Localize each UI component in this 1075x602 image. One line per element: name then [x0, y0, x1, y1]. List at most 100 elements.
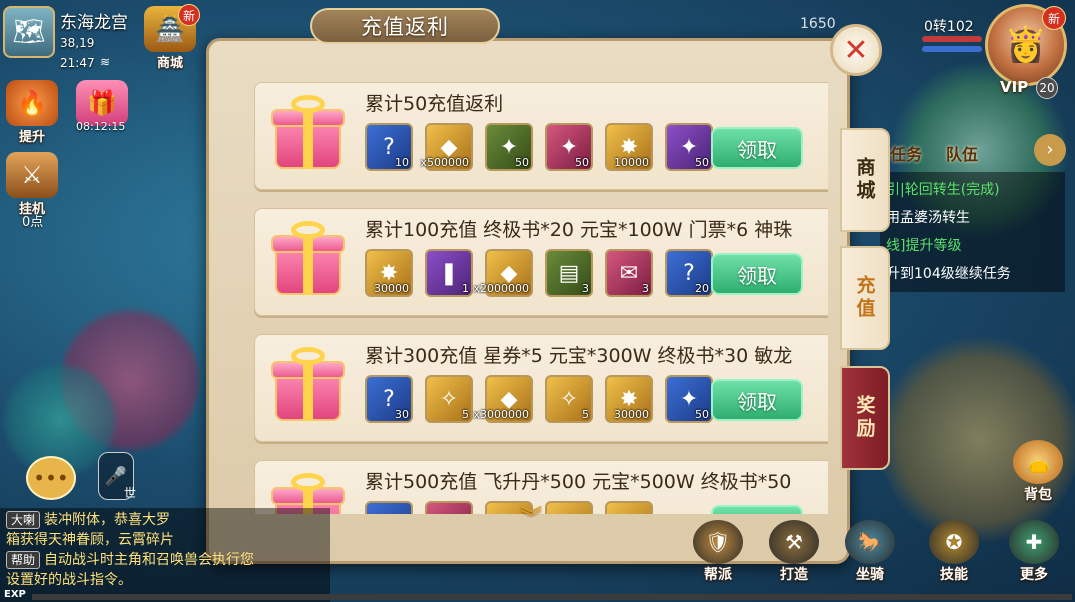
- task-list[interactable]: 引|轮回转生(完成) 用孟婆汤转生 线]提升等级 升到104级继续任务: [880, 172, 1065, 292]
- task-line[interactable]: 升到104级继续任务: [886, 260, 1059, 288]
- green-dragon-icon[interactable]: ✦ 50: [485, 123, 533, 171]
- item-count: 20: [695, 282, 709, 295]
- exp-bar: [32, 594, 1072, 600]
- item-count: 30: [395, 408, 409, 421]
- vip-label[interactable]: VIP: [1000, 78, 1028, 96]
- rebate-row: 累计50充值返利? 10 ◆ x500000 ✦ 50 ✦ 50 ✸ 10000 ✦ 50 领取: [254, 82, 828, 190]
- rebate-list[interactable]: 累计50充值返利? 10 ◆ x500000 ✦ 50 ✦ 50 ✸ 10000 ✦ 50 领取 累计10…: [218, 58, 828, 514]
- item-count: 30000: [614, 408, 649, 421]
- chat-log[interactable]: 大喇 装冲附体，恭喜大罗 箱获得天神眷顾，云霄碎片 帮助 自动战斗时主角和召唤兽会执…: [0, 508, 330, 602]
- new-badge: 新: [178, 4, 200, 26]
- hangup-points: 0点: [22, 215, 44, 230]
- scroll-tube-icon[interactable]: ❚ 1: [425, 249, 473, 297]
- chat-line: 箱获得天神眷顾，云霄碎片: [6, 532, 174, 548]
- forge-button[interactable]: ⚒ 打造: [764, 520, 824, 584]
- star-scroll-icon[interactable]: ✧ 5: [545, 375, 593, 423]
- claim-button[interactable]: 领取: [711, 127, 803, 169]
- shop-label: 商城: [156, 56, 183, 71]
- guild-button[interactable]: 🛡 帮派: [688, 520, 748, 584]
- hangup-button[interactable]: ⚔ 挂机: [2, 152, 62, 217]
- chat-tag: 大喇: [6, 511, 41, 529]
- tab-task[interactable]: 任务: [890, 141, 922, 165]
- tab-team[interactable]: 队伍: [946, 141, 978, 165]
- shop-button[interactable]: 🏯 商城 新: [140, 4, 200, 71]
- rebate-title: 累计300充值 星券*5 元宝*300W 终极书*30 敏龙: [365, 345, 793, 367]
- bottom-button-label: 坐骑: [856, 567, 884, 583]
- hangup-icon: ⚔: [6, 152, 58, 198]
- chat-line: 大喇 装冲附体，恭喜大罗: [6, 510, 324, 530]
- item-count: 30000: [374, 282, 409, 295]
- gold-coin-icon[interactable]: ✸ 30000: [365, 249, 413, 297]
- red-pill-icon[interactable]: ●: [425, 501, 473, 514]
- map-name: 东海龙宫: [60, 13, 128, 33]
- ticket-icon[interactable]: ✉ 3: [605, 249, 653, 297]
- gold-ingot-icon[interactable]: ◆ x500000: [420, 123, 473, 171]
- collapse-arrow-icon[interactable]: ›: [1034, 134, 1066, 166]
- mount-icon: 🐎: [845, 520, 895, 564]
- task-line[interactable]: 线]提升等级: [886, 232, 1059, 260]
- claim-button[interactable]: 领取: [711, 379, 803, 421]
- item-count: 10: [395, 156, 409, 169]
- exp-label: EXP: [4, 589, 26, 600]
- guild-icon: 🛡: [693, 520, 743, 564]
- close-button[interactable]: ✕: [830, 24, 882, 76]
- gold-ingot-icon[interactable]: ◆ x2000000: [474, 249, 533, 297]
- skill-book-icon[interactable]: ? 20: [665, 249, 713, 297]
- close-icon: ✕: [843, 32, 869, 68]
- item-count: 1: [462, 282, 469, 295]
- upgrade-button[interactable]: 🔥 提升: [2, 80, 62, 145]
- more-icon: ✚: [1009, 520, 1059, 564]
- item-count: 50: [515, 156, 529, 169]
- treasure-map-icon[interactable]: ▤ 3: [545, 249, 593, 297]
- upgrade-label: 提升: [18, 130, 45, 145]
- gift-box-icon: [269, 93, 347, 171]
- dialog-title: 充值返利: [361, 15, 449, 39]
- skill-book-icon[interactable]: ?: [365, 501, 413, 514]
- backpack-button[interactable]: 👝 背包: [1008, 440, 1068, 504]
- red-dragon-icon[interactable]: ✦ 50: [545, 123, 593, 171]
- gold-coin-icon[interactable]: ✸ 10000: [605, 123, 653, 171]
- gold-ingot-icon[interactable]: ◆ x3000000: [474, 375, 533, 423]
- item-count: 50: [695, 156, 709, 169]
- blue-dragon-icon[interactable]: ✦ 50: [665, 123, 713, 171]
- item-count: x500000: [420, 156, 469, 169]
- skill-book-icon[interactable]: ? 30: [365, 375, 413, 423]
- task-line[interactable]: 引|轮回转生(完成): [886, 176, 1059, 204]
- star-scroll-icon[interactable]: ✧ 5: [425, 375, 473, 423]
- rebate-row: 累计300充值 星券*5 元宝*300W 终极书*30 敏龙? 30 ✧ 5 ◆ x300…: [254, 334, 828, 442]
- task-line[interactable]: 用孟婆汤转生: [886, 204, 1059, 232]
- tab-recharge[interactable]: 充值: [840, 246, 890, 350]
- rebate-title: 累计50充值返利: [365, 93, 504, 115]
- hp-bar: [922, 36, 982, 42]
- claim-button[interactable]: 领取: [711, 505, 803, 514]
- chat-tag: 帮助: [6, 551, 41, 569]
- top-number: 1650: [800, 16, 836, 32]
- claim-button[interactable]: 领取: [711, 253, 803, 295]
- wifi-icon: ≋: [100, 55, 111, 69]
- reward-items: ? 10 ◆ x500000 ✦ 50 ✦ 50 ✸ 10000 ✦ 50: [365, 123, 713, 171]
- scroll-down-icon[interactable]: ︾: [520, 500, 542, 532]
- item-count: x3000000: [473, 408, 530, 421]
- dialog-title-band: 充值返利: [310, 8, 500, 44]
- map-icon[interactable]: 🗺: [3, 6, 55, 58]
- tab-shop[interactable]: 商城: [840, 128, 890, 232]
- reincarnation-level: 0转102: [924, 19, 974, 35]
- voice-channel-label: 世: [124, 486, 137, 500]
- more-button[interactable]: ✚ 更多: [1004, 520, 1064, 584]
- skill-book-icon[interactable]: ? 10: [365, 123, 413, 171]
- event-gift-button[interactable]: 🎁: [72, 80, 132, 144]
- bottom-button-label: 帮派: [704, 567, 732, 583]
- item-count: 10000: [614, 156, 649, 169]
- mount-button[interactable]: 🐎 坐骑: [840, 520, 900, 584]
- gold-coin-icon[interactable]: ✸ 30000: [605, 375, 653, 423]
- cyan-dragon-icon[interactable]: ✦ 50: [665, 375, 713, 423]
- chat-icon[interactable]: •••: [26, 456, 76, 500]
- bottom-button-label: 打造: [780, 567, 808, 583]
- tab-reward[interactable]: 奖励: [840, 366, 890, 470]
- chat-line: 设置好的战斗指令。: [6, 572, 132, 588]
- item-count: 50: [695, 408, 709, 421]
- skill-button[interactable]: ✪ 技能: [924, 520, 984, 584]
- star-scroll-icon[interactable]: ✧: [545, 501, 593, 514]
- gold-coin-icon[interactable]: ✸: [605, 501, 653, 514]
- item-count: 50: [575, 156, 589, 169]
